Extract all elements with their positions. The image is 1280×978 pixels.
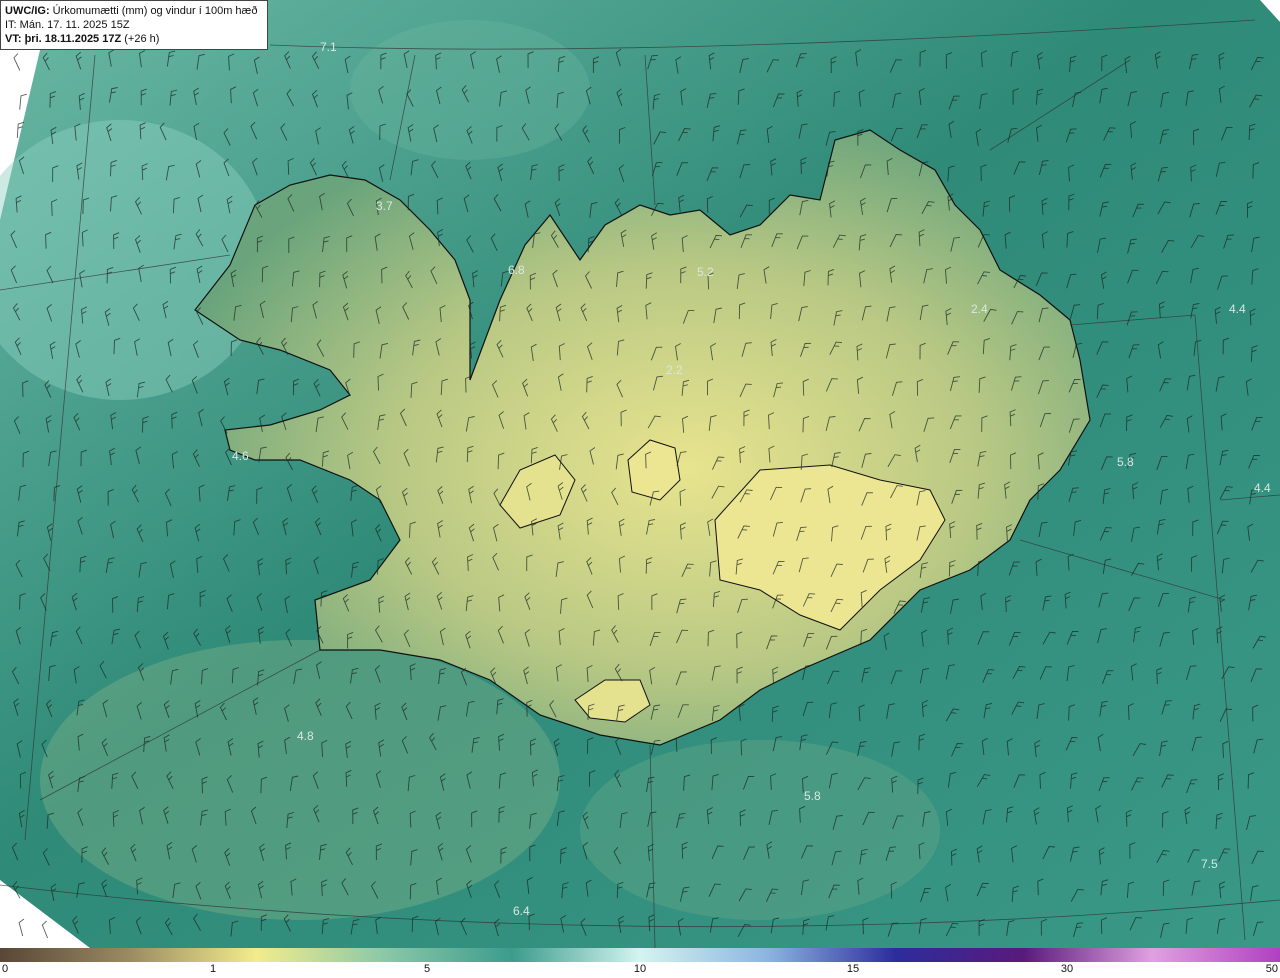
map-label: 5.8 (804, 789, 821, 803)
model-name: UWC/IG: (5, 5, 50, 17)
map-label: 4.4 (1254, 481, 1271, 495)
valid-time-prefix: VT: (5, 33, 22, 45)
colorbar-tick-label: 30 (1060, 963, 1074, 975)
colorbar-tick-label: 5 (423, 963, 431, 975)
map-label: 5.2 (697, 265, 714, 279)
lead-time: (+26 h) (124, 33, 160, 45)
valid-time: þri. 18.11.2025 17Z (24, 33, 122, 45)
map-label: 7.1 (320, 40, 337, 54)
colorbar-tick-label: 15 (846, 963, 860, 975)
map-label: 2.4 (971, 302, 988, 316)
colorbar-tick-label: 50 (1265, 963, 1278, 975)
map-label: 7.5 (1201, 857, 1218, 871)
map-title: Úrkomumætti (mm) og vindur í 100m hæð (52, 5, 258, 17)
map-label: 4.8 (297, 729, 314, 743)
colorbar (0, 948, 1280, 962)
init-time: IT: Mán. 17. 11. 2025 15Z (5, 19, 130, 31)
map-label: 4.6 (232, 449, 249, 463)
map-label: 5.8 (1117, 455, 1134, 469)
dry-plume-southeast (580, 740, 940, 920)
valid-time-line: VT: þri. 18.11.2025 17Z (+26 h) (5, 32, 263, 46)
colorbar-tick-label: 10 (633, 963, 647, 975)
map-label: 6.8 (508, 263, 525, 277)
map-info-box: UWC/IG: Úrkomumætti (mm) og vindur í 100… (0, 0, 268, 50)
dry-plume-south (40, 640, 560, 920)
map-label: 6.4 (513, 904, 530, 918)
colorbar-labels: 0 1 5 10 15 30 50 (0, 963, 1280, 978)
map-label: 2.2 (666, 363, 683, 377)
colorbar-tick-label: 1 (209, 963, 217, 975)
weather-map: 7.1 3.7 6.8 5.2 2.4 4.4 2.2 4.6 5.8 4.4 … (0, 0, 1280, 948)
map-label: 3.7 (376, 199, 393, 213)
map-label: 4.4 (1229, 302, 1246, 316)
colorbar-tick-label: 0 (2, 963, 9, 975)
title-line: UWC/IG: Úrkomumætti (mm) og vindur í 100… (5, 4, 263, 18)
